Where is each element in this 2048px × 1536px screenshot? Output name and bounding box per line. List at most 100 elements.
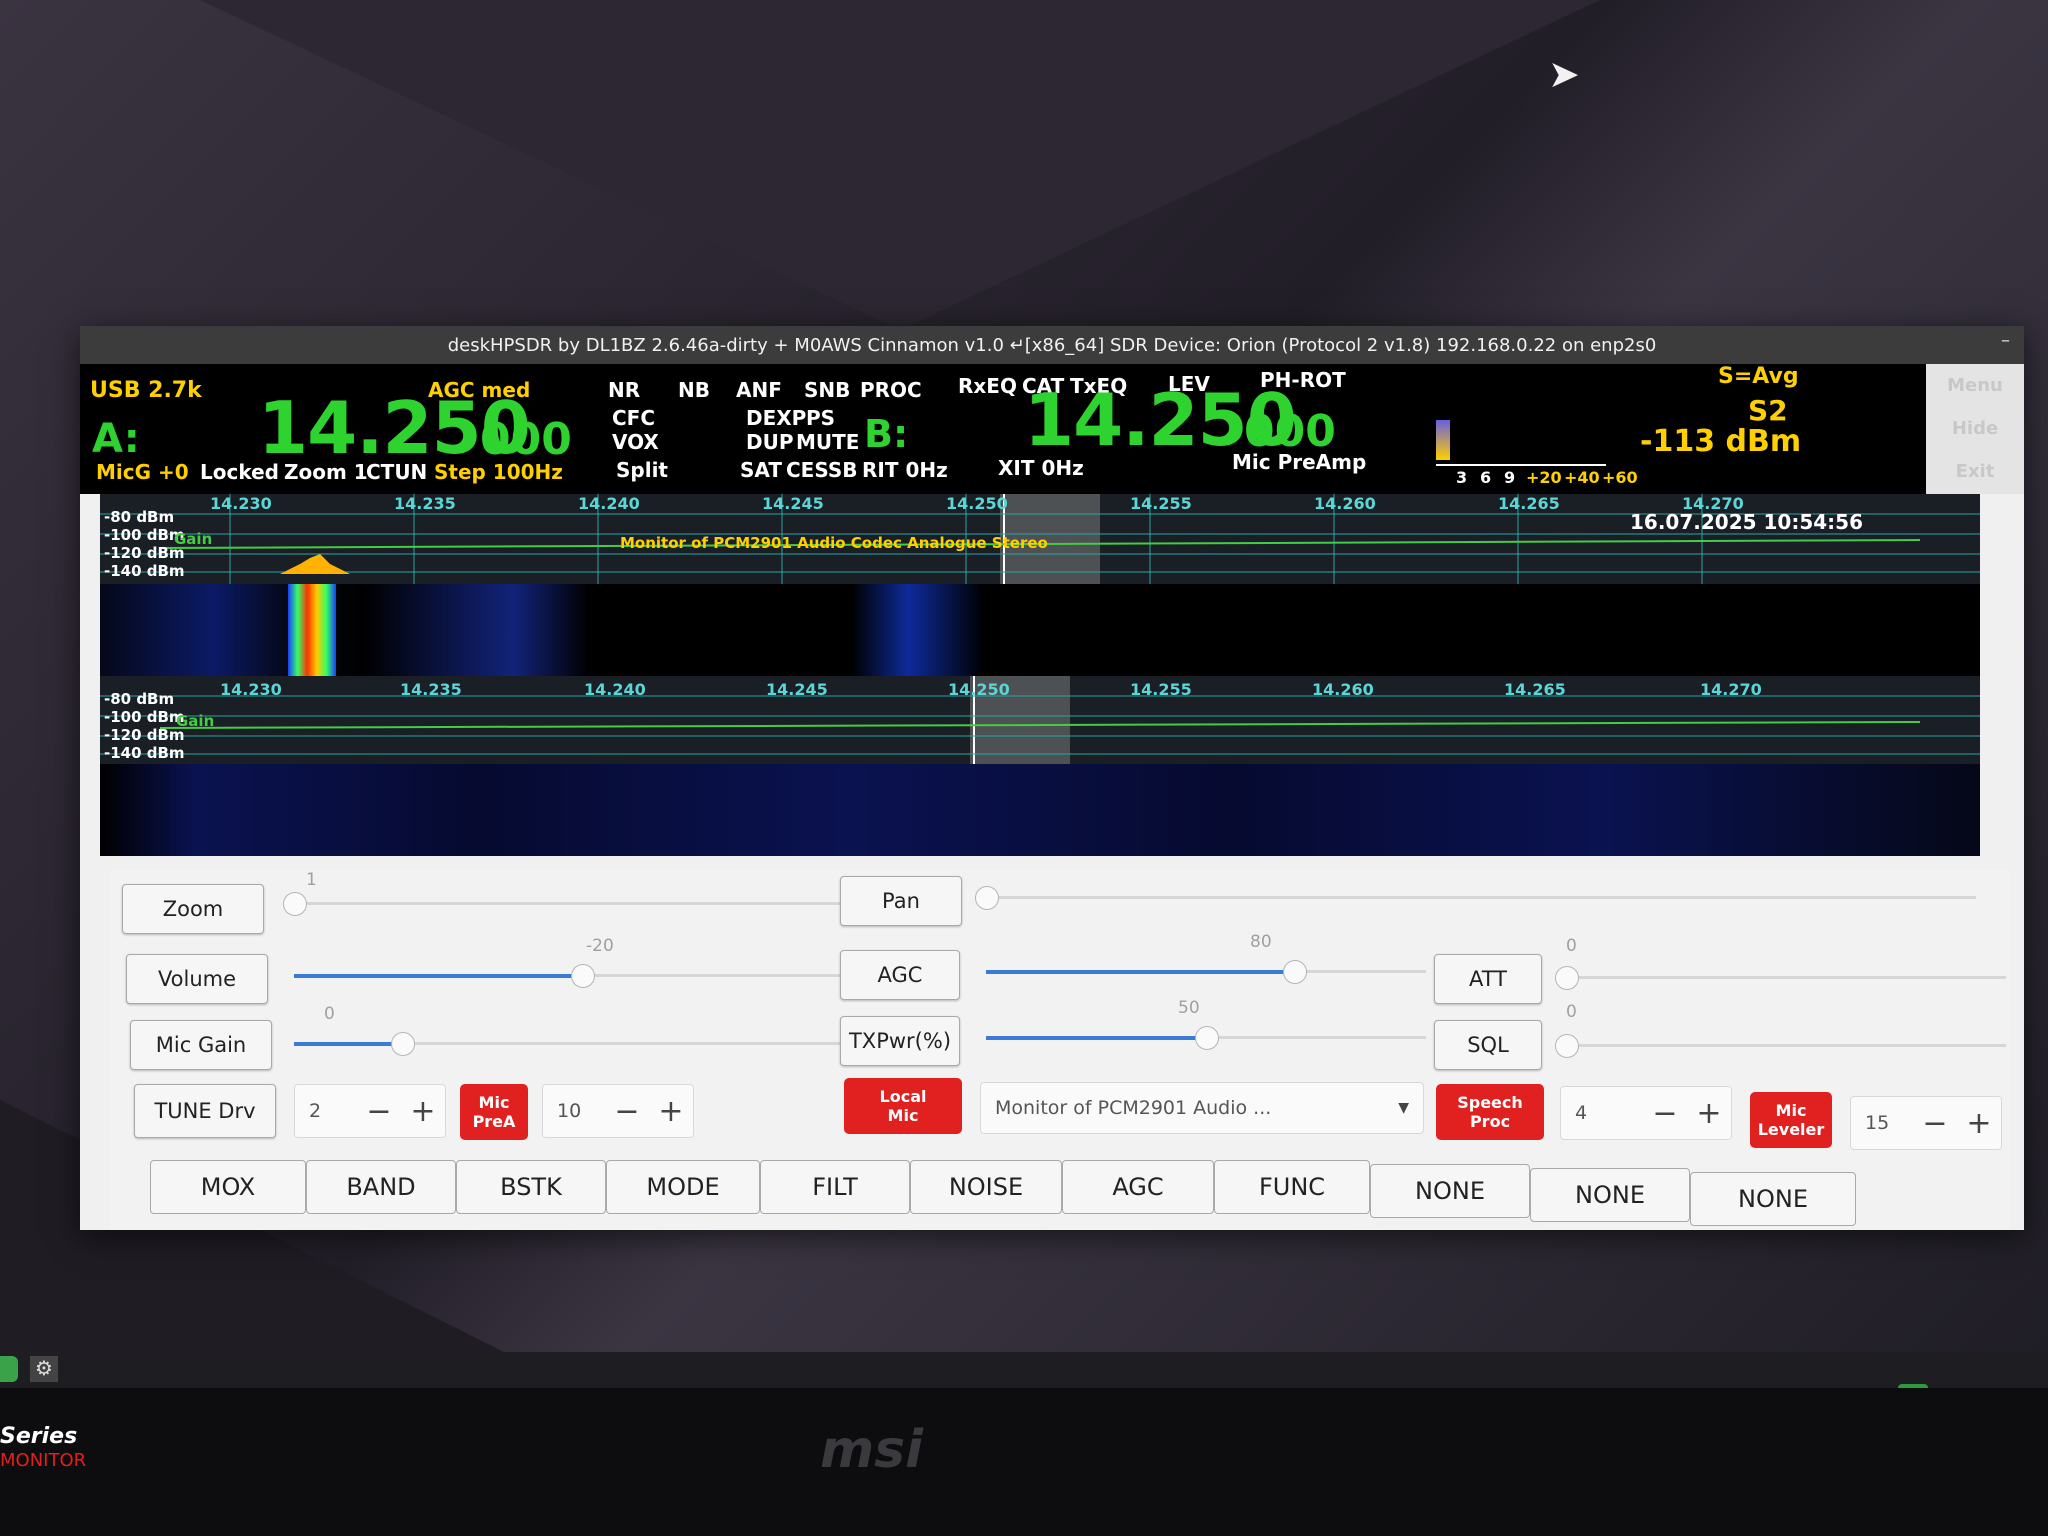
zoom-button[interactable]: Zoom (122, 884, 264, 934)
freq-tick: 14.230 (220, 680, 282, 699)
speech-proc-label-1: Speech (1457, 1093, 1523, 1112)
mic-leveler-spinner[interactable]: 15 − + (1850, 1096, 2002, 1150)
audio-input-select[interactable]: Monitor of PCM2901 Audio ... ▼ (980, 1082, 1424, 1134)
rx2-panadapter[interactable]: -80 dBm -100 dBm -120 dBm -140 dBm Gain … (100, 676, 1980, 764)
step-status[interactable]: Step 100Hz (434, 460, 563, 484)
locked-status[interactable]: Locked (200, 460, 279, 484)
att-button[interactable]: ATT (1434, 954, 1542, 1004)
flag-dup[interactable]: DUP (746, 430, 794, 454)
flag-split[interactable]: Split (616, 458, 668, 482)
mic-gain-value: 0 (324, 1004, 335, 1024)
s-meter-bar (1436, 420, 1450, 460)
flag-proc[interactable]: PROC (860, 378, 922, 402)
txpwr-button[interactable]: TXPwr(%) (840, 1016, 960, 1066)
mic-preamp-button[interactable]: Mic PreA (460, 1084, 528, 1140)
s-meter-tick-20: +20 (1526, 468, 1562, 487)
bstk-button[interactable]: BSTK (456, 1160, 606, 1214)
freq-tick: 14.255 (1130, 680, 1192, 699)
exit-button[interactable]: Exit (1926, 450, 2024, 493)
zoom-slider[interactable] (294, 902, 894, 905)
mic-leveler-button[interactable]: Mic Leveler (1750, 1092, 1832, 1148)
increment-button[interactable]: + (649, 1094, 693, 1129)
flag-nb[interactable]: NB (678, 378, 710, 402)
mic-gain-button[interactable]: Mic Gain (130, 1020, 272, 1070)
gain-label: Gain (176, 712, 215, 730)
agc-value: 80 (1250, 932, 1272, 952)
window-titlebar[interactable]: deskHPSDR by DL1BZ 2.6.46a-dirty + M0AWS… (80, 326, 2024, 364)
sql-slider[interactable] (1566, 1044, 2006, 1047)
freq-tick: 14.240 (578, 494, 640, 513)
wallpaper-facet (200, 0, 1600, 330)
menu-button[interactable]: Menu (1926, 364, 2024, 407)
agc-button[interactable]: AGC (840, 950, 960, 1000)
mox-button[interactable]: MOX (150, 1160, 306, 1214)
rx1-panadapter[interactable]: -80 dBm -100 dBm -120 dBm -140 dBm Gain … (100, 494, 1980, 584)
flag-anf[interactable]: ANF (736, 378, 782, 402)
freq-tick: 14.270 (1700, 680, 1762, 699)
noise-button[interactable]: NOISE (910, 1160, 1062, 1214)
none-button-2[interactable]: NONE (1530, 1168, 1690, 1222)
pan-slider[interactable] (986, 896, 1976, 899)
mic-preamp-status[interactable]: Mic PreAmp (1232, 450, 1366, 474)
flag-mute[interactable]: MUTE (796, 430, 859, 454)
decrement-button[interactable]: − (1913, 1106, 1957, 1141)
flag-cfc[interactable]: CFC (612, 406, 655, 430)
flag-vox[interactable]: VOX (612, 430, 659, 454)
flag-dexp[interactable]: DEXP (746, 406, 806, 430)
func-button[interactable]: FUNC (1214, 1160, 1370, 1214)
decrement-button[interactable]: − (357, 1094, 401, 1129)
mic-preamp-spinner[interactable]: 10 − + (542, 1084, 694, 1138)
waterfall-signal (288, 584, 336, 676)
dbm-tick-120: -120 dBm (104, 726, 185, 744)
increment-button[interactable]: + (1687, 1096, 1731, 1131)
mode-filter[interactable]: USB 2.7k (90, 378, 202, 403)
filt-button[interactable]: FILT (760, 1160, 910, 1214)
agc-slider-knob[interactable] (1283, 960, 1307, 984)
app-icon[interactable] (0, 1356, 18, 1382)
tune-drv-button[interactable]: TUNE Drv (134, 1084, 276, 1138)
zoom-status[interactable]: Zoom 1 (284, 460, 368, 484)
ctun-status[interactable]: CTUN (366, 460, 427, 484)
flag-ps[interactable]: PS (806, 406, 835, 430)
sql-button[interactable]: SQL (1434, 1020, 1542, 1070)
speech-proc-spinner[interactable]: 4 − + (1560, 1086, 1732, 1140)
decrement-button[interactable]: − (605, 1094, 649, 1129)
increment-button[interactable]: + (401, 1094, 445, 1129)
flag-rxeq[interactable]: RxEQ (958, 374, 1017, 398)
vfo-panel[interactable]: USB 2.7k AGC med A: 14.250 000 MicG +0 L… (80, 364, 1984, 494)
band-button[interactable]: BAND (306, 1160, 456, 1214)
hide-button[interactable]: Hide (1926, 407, 2024, 450)
att-slider[interactable] (1566, 976, 2006, 979)
flag-sat[interactable]: SAT (740, 458, 782, 482)
rx2-waterfall[interactable] (100, 764, 1980, 856)
pan-button[interactable]: Pan (840, 876, 962, 926)
none-button-1[interactable]: NONE (1370, 1164, 1530, 1218)
txpwr-slider-knob[interactable] (1195, 1026, 1219, 1050)
speech-proc-button[interactable]: Speech Proc (1436, 1084, 1544, 1140)
freq-tick: 14.260 (1314, 494, 1376, 513)
tune-drv-spinner[interactable]: 2 − + (294, 1084, 446, 1138)
flag-nr[interactable]: NR (608, 378, 640, 402)
mode-button[interactable]: MODE (606, 1160, 760, 1214)
mic-gain-slider-knob[interactable] (391, 1032, 415, 1056)
mic-leveler-label-1: Mic (1775, 1101, 1807, 1120)
rit-status[interactable]: RIT 0Hz (862, 458, 948, 482)
minimize-icon[interactable]: – (2001, 330, 2010, 351)
pan-slider-knob[interactable] (975, 886, 999, 910)
vfo-a-frequency-hz[interactable]: 000 (480, 414, 572, 465)
dbm-tick-140: -140 dBm (104, 744, 185, 762)
local-mic-button[interactable]: Local Mic (844, 1078, 962, 1134)
increment-button[interactable]: + (1957, 1106, 2001, 1141)
volume-slider-knob[interactable] (571, 964, 595, 988)
flag-cessb[interactable]: CESSB (786, 458, 858, 482)
decrement-button[interactable]: − (1643, 1096, 1687, 1131)
sql-slider-knob[interactable] (1555, 1034, 1579, 1058)
att-slider-knob[interactable] (1555, 966, 1579, 990)
none-button-3[interactable]: NONE (1690, 1172, 1856, 1226)
agc-function-button[interactable]: AGC (1062, 1160, 1214, 1214)
zoom-slider-knob[interactable] (283, 892, 307, 916)
rx1-waterfall[interactable] (100, 584, 1980, 676)
flag-snb[interactable]: SNB (804, 378, 850, 402)
volume-button[interactable]: Volume (126, 954, 268, 1004)
gear-icon[interactable]: ⚙ (30, 1356, 58, 1382)
